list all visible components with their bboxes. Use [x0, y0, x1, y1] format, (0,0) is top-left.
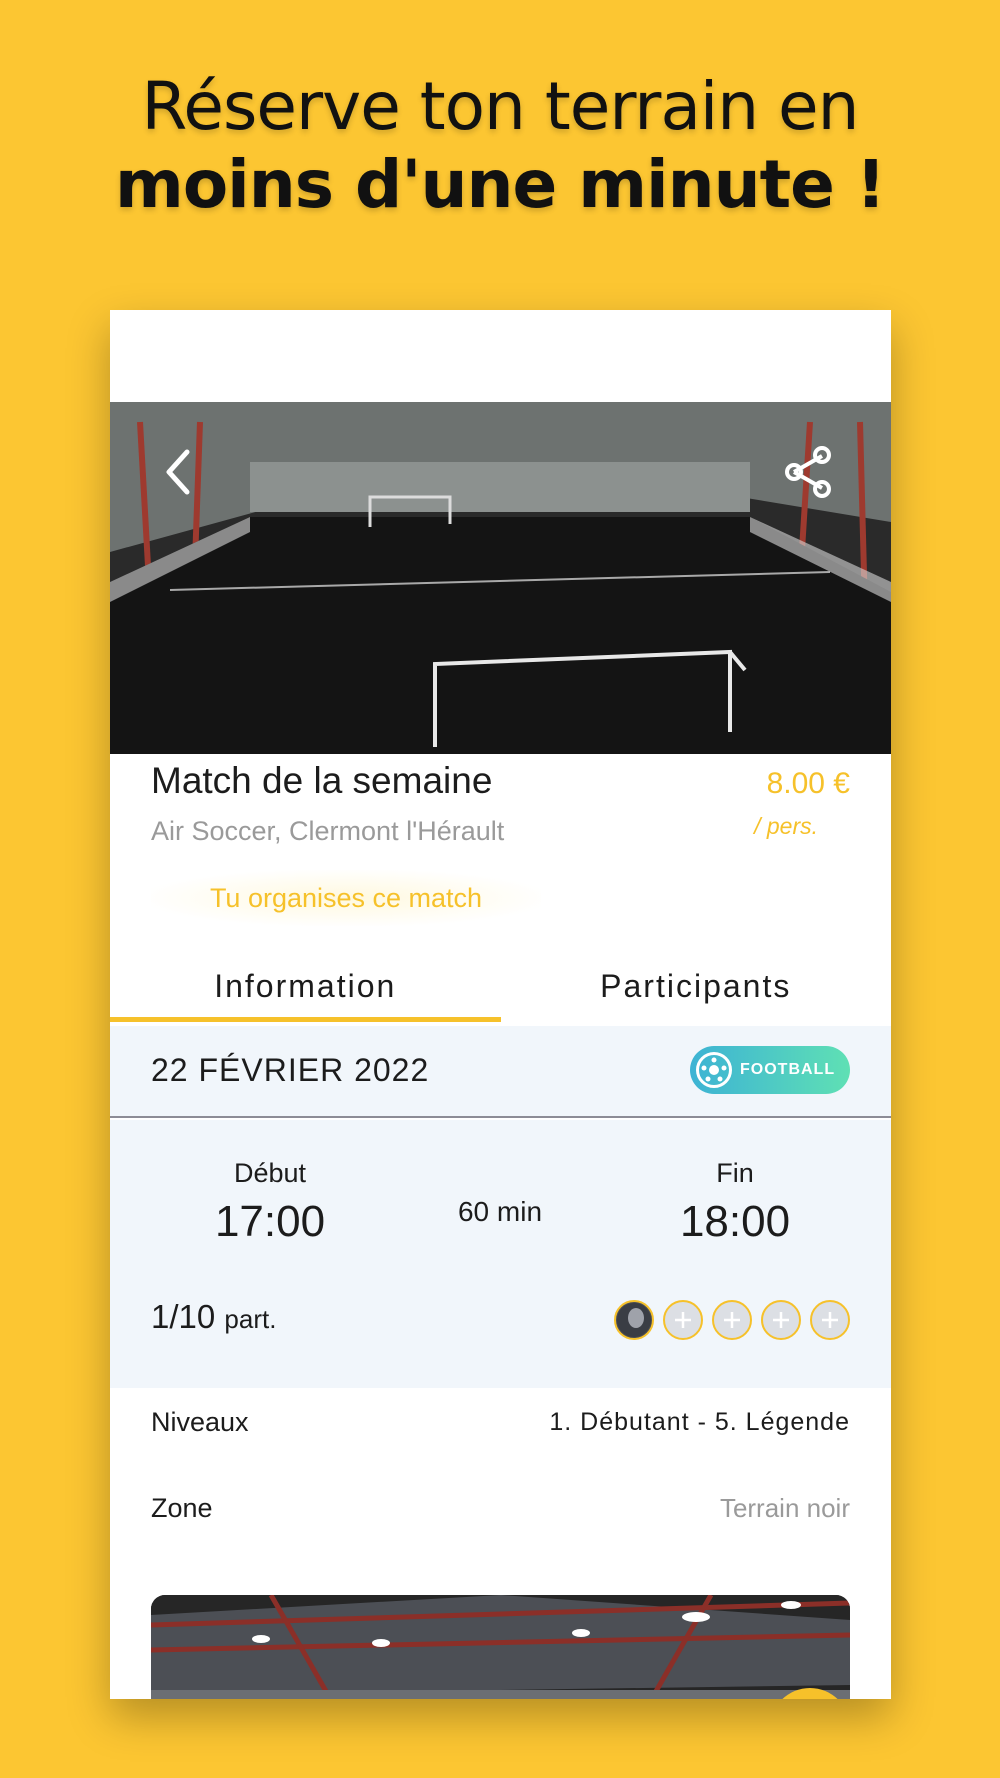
tab-participants[interactable]: Participants — [501, 950, 892, 1022]
price-unit: / pers. — [754, 813, 818, 839]
share-icon — [785, 446, 831, 498]
promo-headline: Réserve ton terrain en moins d'une minut… — [0, 68, 1000, 224]
plus-icon — [675, 1312, 691, 1328]
participants-unit: part. — [224, 1304, 277, 1334]
avatar-photo — [617, 1303, 651, 1337]
date-row: 22 FÉVRIER 2022 FOOTBALL — [110, 1026, 891, 1118]
participants-count-value: 1/10 — [151, 1298, 216, 1335]
participant-avatar[interactable] — [614, 1300, 654, 1340]
venue-interior-photo — [151, 1595, 850, 1699]
venue-gallery-photo[interactable] — [151, 1595, 850, 1699]
levels-label: Niveaux — [151, 1406, 249, 1437]
match-price: 8.00 € — [766, 767, 850, 800]
back-button[interactable] — [158, 444, 198, 500]
sport-badge: FOOTBALL — [690, 1046, 850, 1094]
headline-line-1: Réserve ton terrain en — [141, 68, 860, 145]
match-title: Match de la semaine — [151, 760, 493, 801]
organizer-note: Tu organises ce match — [151, 870, 541, 926]
zone-value: Terrain noir — [719, 1492, 850, 1523]
end-time: 18:00 — [679, 1197, 791, 1246]
chevron-left-icon — [166, 449, 190, 495]
start-label: Début — [233, 1158, 307, 1188]
empty-slot[interactable] — [810, 1300, 850, 1340]
headline-line-2: moins d'une minute ! — [115, 146, 886, 223]
end-time-block: Fin 18:00 — [655, 1120, 815, 1247]
zone-label: Zone — [151, 1492, 213, 1523]
participant-slots — [614, 1300, 850, 1340]
venue-hero-image — [110, 402, 891, 754]
info-row-zone: Zone Terrain noir — [151, 1488, 850, 1528]
phone-screen: Match de la semaine Air Soccer, Clermont… — [110, 310, 891, 1699]
empty-slot[interactable] — [663, 1300, 703, 1340]
empty-slot[interactable] — [712, 1300, 752, 1340]
plus-icon — [773, 1312, 789, 1328]
end-label: Fin — [716, 1158, 754, 1188]
levels-value: 1. Débutant - 5. Légende — [549, 1407, 850, 1436]
plus-icon — [822, 1312, 838, 1328]
tab-bar: Information Participants — [110, 950, 891, 1022]
match-date: 22 FÉVRIER 2022 — [151, 1052, 430, 1088]
soccer-ball-icon — [696, 1052, 732, 1088]
empty-slot[interactable] — [761, 1300, 801, 1340]
start-time: 17:00 — [214, 1197, 326, 1246]
duration: 60 min — [457, 1196, 543, 1227]
share-button[interactable] — [780, 444, 836, 500]
info-row-levels: Niveaux 1. Débutant - 5. Légende — [151, 1402, 850, 1442]
match-venue: Air Soccer, Clermont l'Hérault — [151, 816, 505, 846]
tab-information[interactable]: Information — [110, 950, 501, 1022]
start-time-block: Début 17:00 — [190, 1120, 350, 1247]
plus-icon — [724, 1312, 740, 1328]
schedule-panel: Début 17:00 60 min Fin 18:00 1/10 part. — [110, 1120, 891, 1388]
sport-label: FOOTBALL — [740, 1061, 836, 1078]
participants-count: 1/10 part. — [151, 1298, 276, 1336]
indoor-field-photo — [110, 402, 891, 754]
